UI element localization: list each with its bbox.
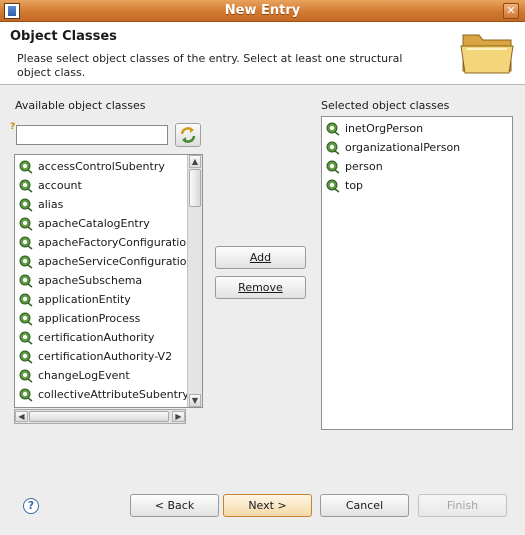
object-class-icon bbox=[19, 293, 33, 307]
scroll-down-arrow[interactable]: ▼ bbox=[189, 394, 201, 407]
back-button-label: < Back bbox=[154, 499, 195, 512]
scroll-thumb-horizontal[interactable] bbox=[29, 411, 169, 422]
selected-classes-list[interactable]: inetOrgPerson organizationalPerson person t… bbox=[321, 116, 513, 430]
list-item[interactable]: alias bbox=[15, 195, 202, 214]
list-item[interactable]: top bbox=[322, 176, 512, 195]
list-item[interactable]: account bbox=[15, 176, 202, 195]
list-item[interactable]: organizationalPerson bbox=[322, 138, 512, 157]
list-item[interactable]: changeLogEvent bbox=[15, 366, 202, 385]
list-item-label: person bbox=[345, 160, 383, 173]
available-horizontal-scrollbar[interactable]: ◀ ▶ bbox=[14, 409, 186, 424]
object-class-icon bbox=[19, 274, 33, 288]
selected-classes-label: Selected object classes bbox=[321, 99, 450, 112]
object-class-icon bbox=[326, 122, 340, 136]
object-class-icon bbox=[19, 160, 33, 174]
object-class-icon bbox=[19, 236, 33, 250]
list-item-label: apacheCatalogEntry bbox=[38, 217, 150, 230]
cancel-button-label: Cancel bbox=[345, 499, 384, 512]
list-item-label: apacheFactoryConfiguration bbox=[38, 236, 194, 249]
scroll-thumb[interactable] bbox=[189, 169, 201, 207]
next-button[interactable]: Next > bbox=[223, 494, 312, 517]
window-title: New Entry bbox=[224, 3, 301, 18]
object-class-icon bbox=[19, 388, 33, 402]
scroll-left-arrow[interactable]: ◀ bbox=[15, 411, 28, 422]
list-item[interactable]: apacheFactoryConfiguration bbox=[15, 233, 202, 252]
list-item[interactable]: certificationAuthority-V2 bbox=[15, 347, 202, 366]
object-class-icon bbox=[326, 141, 340, 155]
list-item[interactable]: apacheSubschema bbox=[15, 271, 202, 290]
list-item-label: changeLogEvent bbox=[38, 369, 130, 382]
list-item[interactable]: inetOrgPerson bbox=[322, 119, 512, 138]
refresh-icon bbox=[180, 127, 196, 143]
list-item-label: account bbox=[38, 179, 82, 192]
object-class-icon bbox=[19, 179, 33, 193]
filter-input[interactable] bbox=[16, 125, 168, 145]
object-class-icon bbox=[19, 198, 33, 212]
object-class-icon bbox=[19, 369, 33, 383]
list-item-label: applicationEntity bbox=[38, 293, 131, 306]
list-item-label: apacheServiceConfiguration bbox=[38, 255, 194, 268]
list-item[interactable]: certificationAuthority bbox=[15, 328, 202, 347]
finish-button-label: Finish bbox=[446, 499, 479, 512]
list-item-label: certificationAuthority bbox=[38, 331, 155, 344]
list-item-label: top bbox=[345, 179, 364, 192]
available-classes-label: Available object classes bbox=[15, 99, 146, 112]
title-bar: New Entry ✕ bbox=[0, 0, 525, 22]
object-class-icon bbox=[19, 331, 33, 345]
back-button[interactable]: < Back bbox=[130, 494, 219, 517]
list-item[interactable]: collectiveAttributeSubentry bbox=[15, 385, 202, 404]
wizard-banner: Object Classes Please select object clas… bbox=[0, 22, 525, 85]
object-class-icon bbox=[19, 255, 33, 269]
object-class-icon bbox=[19, 312, 33, 326]
object-class-icon bbox=[19, 217, 33, 231]
add-button-label: Add bbox=[249, 251, 272, 264]
available-classes-list[interactable]: accessControlSubentry account alias apacheC… bbox=[14, 154, 203, 408]
object-class-icon bbox=[19, 350, 33, 364]
object-class-icon bbox=[326, 160, 340, 174]
remove-button-label: Remove bbox=[238, 281, 283, 294]
list-item-label: accessControlSubentry bbox=[38, 160, 165, 173]
list-item-label: applicationProcess bbox=[38, 312, 141, 325]
folder-icon bbox=[460, 34, 514, 74]
list-item[interactable]: applicationProcess bbox=[15, 309, 202, 328]
list-item[interactable]: person bbox=[322, 157, 512, 176]
object-class-icon bbox=[326, 179, 340, 193]
refresh-button[interactable] bbox=[175, 123, 201, 147]
finish-button: Finish bbox=[418, 494, 507, 517]
scroll-up-arrow[interactable]: ▲ bbox=[189, 155, 201, 168]
list-item[interactable]: apacheServiceConfiguration bbox=[15, 252, 202, 271]
scroll-right-arrow[interactable]: ▶ bbox=[172, 411, 185, 422]
remove-button[interactable]: Remove bbox=[215, 276, 306, 299]
add-button[interactable]: Add bbox=[215, 246, 306, 269]
list-item-label: certificationAuthority-V2 bbox=[38, 350, 173, 363]
page-description: Please select object classes of the entr… bbox=[17, 52, 403, 79]
list-item-label: apacheSubschema bbox=[38, 274, 143, 287]
next-button-label: Next > bbox=[248, 499, 287, 512]
list-item-label: organizationalPerson bbox=[345, 141, 461, 154]
close-button[interactable]: ✕ bbox=[503, 3, 519, 19]
list-item-label: inetOrgPerson bbox=[345, 122, 424, 135]
list-item-label: collectiveAttributeSubentry bbox=[38, 388, 189, 401]
available-vertical-scrollbar[interactable]: ▲ ▼ bbox=[187, 155, 202, 407]
page-title: Object Classes bbox=[10, 29, 117, 44]
help-icon[interactable]: ? bbox=[23, 498, 39, 514]
list-item[interactable]: applicationEntity bbox=[15, 290, 202, 309]
list-item[interactable]: apacheCatalogEntry bbox=[15, 214, 202, 233]
list-item[interactable]: accessControlSubentry bbox=[15, 157, 202, 176]
cancel-button[interactable]: Cancel bbox=[320, 494, 409, 517]
list-item-label: alias bbox=[38, 198, 64, 211]
